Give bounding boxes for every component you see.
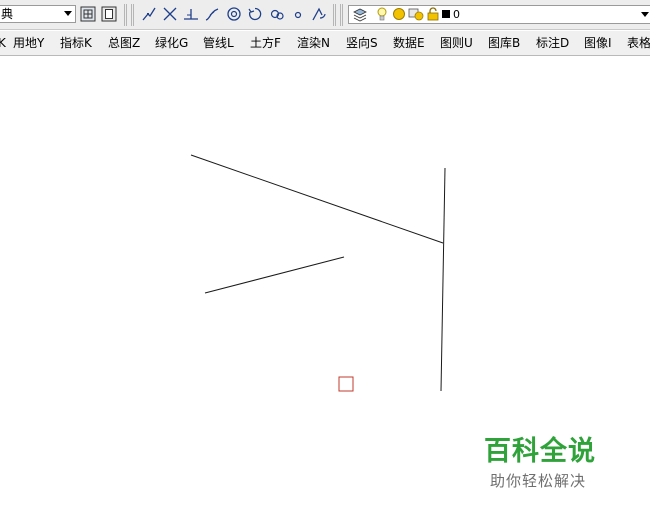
drawn-line[interactable] — [190, 154, 444, 244]
point-icon[interactable] — [290, 6, 306, 22]
menu-item-table[interactable]: 表格 — [627, 36, 650, 51]
trim-icon[interactable] — [162, 6, 178, 22]
menu-item-vertical[interactable]: 竖向S — [346, 36, 378, 51]
menu-item-regulations[interactable]: 图则U — [440, 36, 473, 51]
toolbar-separator — [131, 4, 134, 26]
menu-item-earthwork[interactable]: 土方F — [250, 36, 281, 51]
freeze-icon[interactable] — [408, 6, 424, 22]
menu-item-site-plan[interactable]: 总图Z — [108, 36, 140, 51]
menu-item-library[interactable]: 图库B — [488, 36, 520, 51]
menu-item-render[interactable]: 渲染N — [297, 36, 330, 51]
menu-bar: K 用地Y 指标K 总图Z 绿化G 管线L 土方F 渲染N 竖向S 数据E 图则… — [0, 31, 650, 56]
menu-item-indicators[interactable]: 指标K — [60, 36, 92, 51]
rotate-icon[interactable] — [247, 6, 263, 22]
menu-item-greening[interactable]: 绿化G — [155, 36, 188, 51]
zoom-extents-icon[interactable] — [80, 6, 96, 22]
menu-item-image[interactable]: 图像I — [584, 36, 612, 51]
perpendicular-icon[interactable] — [183, 6, 199, 22]
sun-icon[interactable] — [391, 6, 407, 22]
offset-icon[interactable] — [269, 6, 285, 22]
bulb-icon[interactable] — [374, 6, 390, 22]
layer-name: 0 — [453, 8, 460, 21]
text-style-dropdown[interactable]: 典 — [0, 5, 76, 23]
fillet-icon[interactable] — [204, 6, 220, 22]
drawn-line[interactable] — [440, 167, 446, 392]
menu-item-pipelines[interactable]: 管线L — [203, 36, 234, 51]
toolbar-separator — [333, 4, 336, 26]
text-style-value: 典 — [1, 7, 14, 21]
chevron-down-icon[interactable] — [641, 12, 649, 17]
menu-item-annotation[interactable]: 标注D — [536, 36, 569, 51]
drawn-line[interactable] — [204, 256, 345, 294]
color-swatch-icon — [442, 10, 450, 18]
regen-icon[interactable] — [101, 6, 117, 22]
toolbar: 典 0 — [0, 0, 650, 30]
menu-item-data[interactable]: 数据E — [393, 36, 425, 51]
chevron-down-icon[interactable] — [64, 11, 72, 16]
polyline-icon[interactable] — [141, 6, 157, 22]
watermark-subtitle: 助你轻松解决 — [490, 472, 587, 490]
lock-icon[interactable] — [425, 6, 441, 22]
toolbar-separator — [340, 4, 343, 26]
layer-dropdown[interactable]: 0 — [348, 5, 650, 24]
watermark-title: 百科全说 — [484, 436, 596, 467]
toolbar-separator — [124, 4, 127, 26]
circle-icon[interactable] — [226, 6, 242, 22]
menu-item-partial[interactable]: K — [0, 36, 6, 51]
menu-item-land-use[interactable]: 用地Y — [13, 36, 44, 51]
arc-tool-icon[interactable] — [311, 6, 327, 22]
cursor-pickbox — [338, 376, 354, 392]
layer-manager-icon[interactable] — [352, 6, 368, 22]
